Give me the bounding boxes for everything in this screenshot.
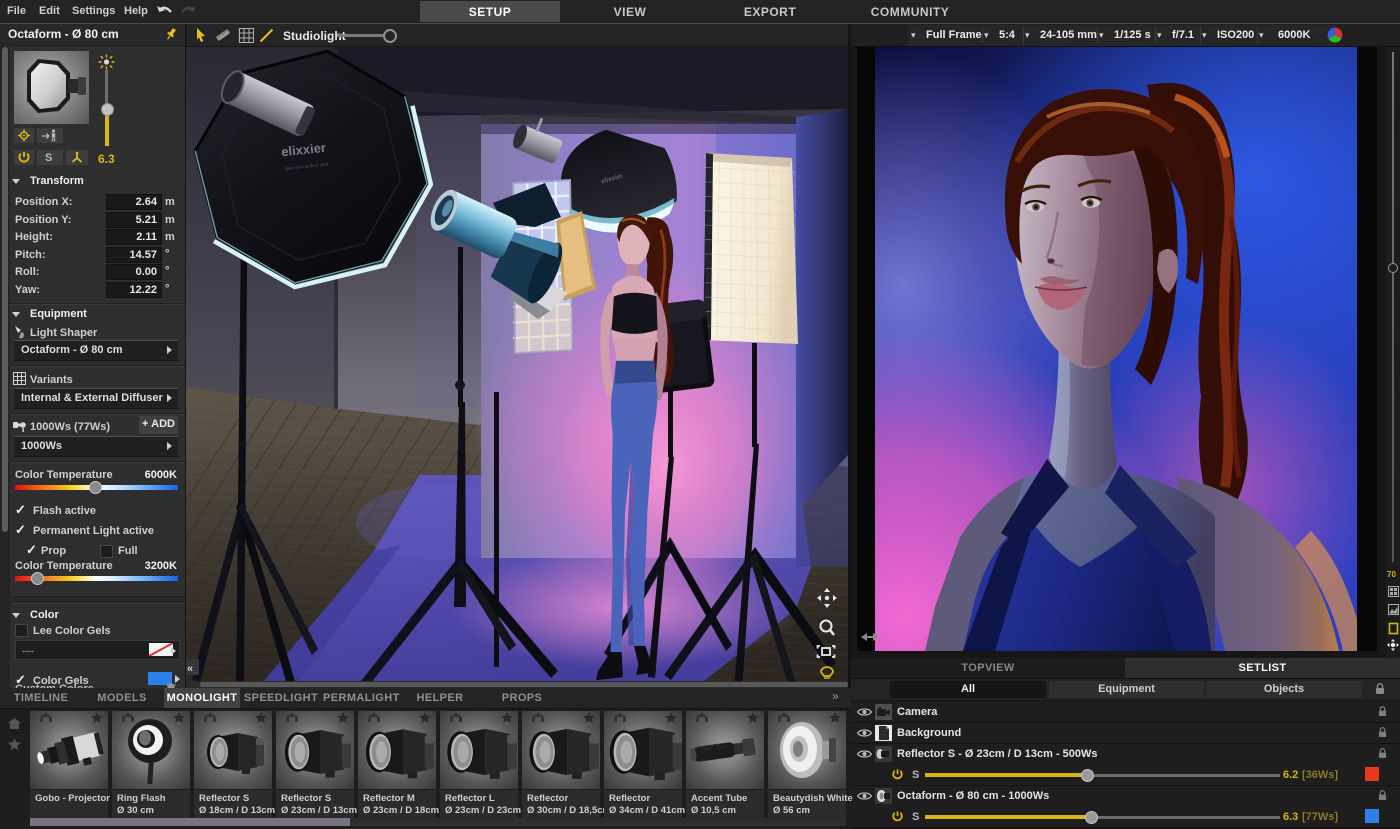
svg-text:«: « — [187, 663, 193, 675]
